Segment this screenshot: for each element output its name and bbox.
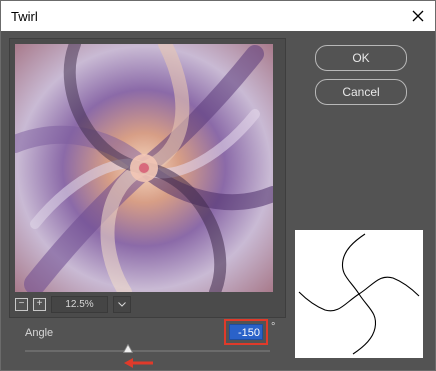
twirl-shape-preview <box>295 230 423 358</box>
angle-slider-knob[interactable] <box>123 344 133 353</box>
title-bar: Twirl <box>1 1 435 31</box>
cancel-button[interactable]: Cancel <box>315 79 407 105</box>
twirl-diagram <box>298 233 420 355</box>
angle-highlight-box: -150 <box>224 319 268 345</box>
dialog-title: Twirl <box>11 9 38 24</box>
zoom-controls: − + 12.5% <box>15 295 131 313</box>
angle-label: Angle <box>25 327 54 339</box>
twirl-preview-image[interactable] <box>15 44 273 292</box>
angle-slider-track[interactable] <box>25 350 270 352</box>
ok-button[interactable]: OK <box>315 45 407 71</box>
close-button[interactable] <box>401 1 435 31</box>
degree-unit: ° <box>271 321 276 333</box>
zoom-out-button[interactable]: − <box>15 297 28 311</box>
zoom-dropdown-button[interactable] <box>113 295 131 313</box>
preview-panel <box>9 38 286 318</box>
angle-input[interactable]: -150 <box>229 324 263 340</box>
chevron-down-icon <box>118 301 126 307</box>
left-arrow-icon <box>124 358 153 368</box>
zoom-level-field[interactable]: 12.5% <box>51 295 108 313</box>
zoom-in-button[interactable]: + <box>33 297 46 311</box>
close-icon <box>412 10 424 22</box>
twirl-dialog: Twirl − + 12.5% OK Cancel Angle -150 ° <box>0 0 436 371</box>
